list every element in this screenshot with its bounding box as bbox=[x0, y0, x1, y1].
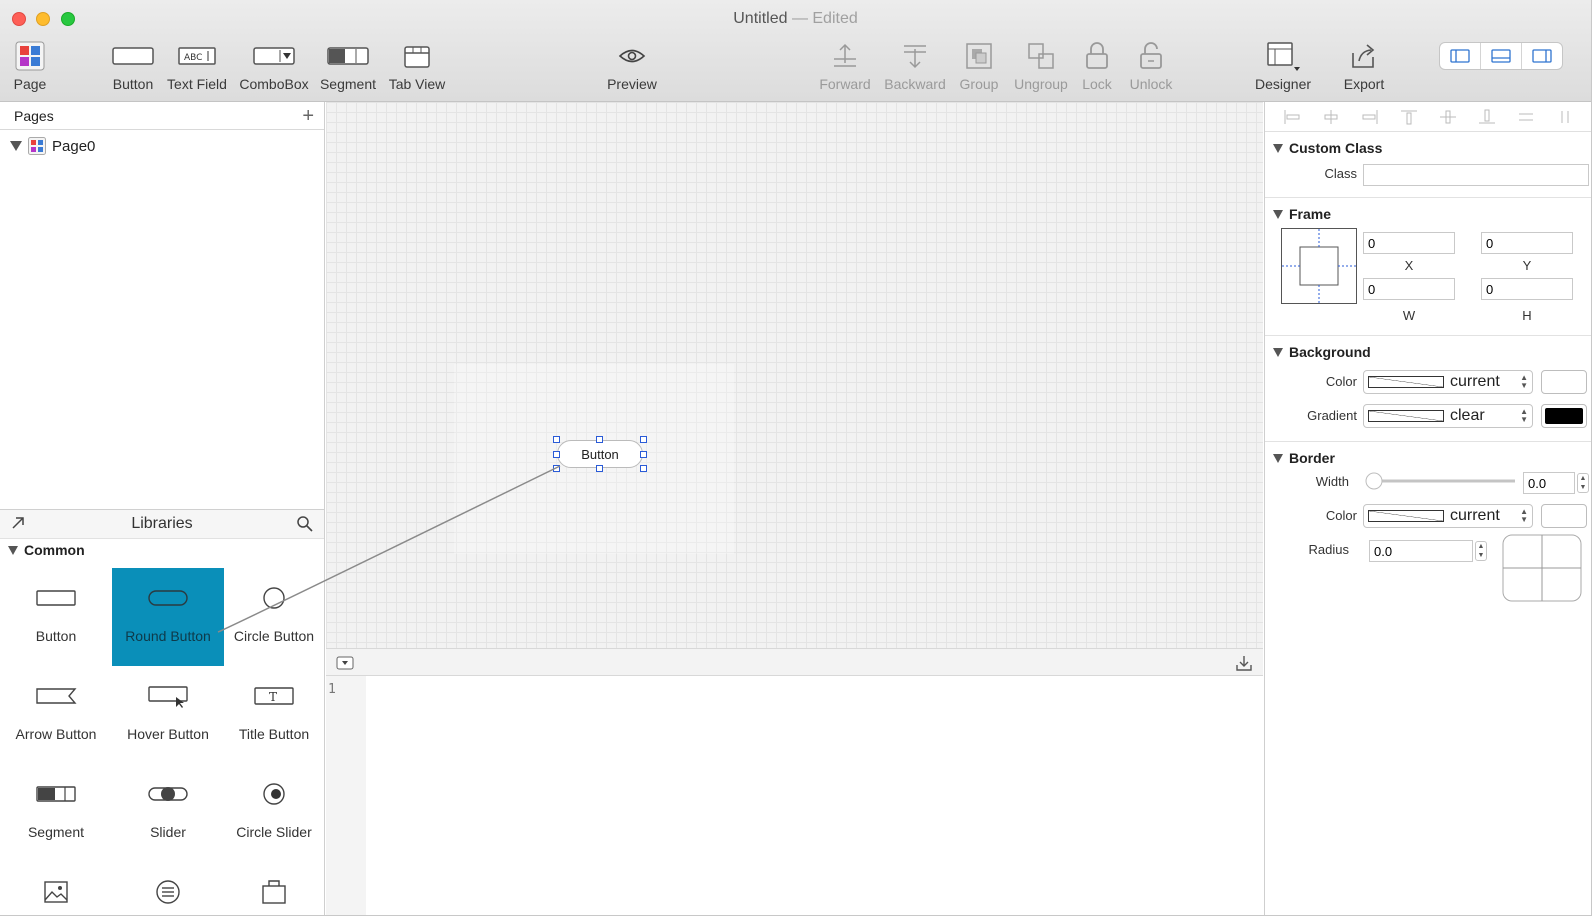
section-title: Background bbox=[1289, 344, 1371, 360]
color-swatch-icon bbox=[1368, 510, 1444, 522]
align-left-icon[interactable] bbox=[1283, 109, 1301, 125]
corner-radius-icon[interactable] bbox=[1502, 534, 1584, 604]
color-well-fill bbox=[1545, 408, 1583, 424]
disclosure-triangle-icon[interactable] bbox=[1273, 143, 1283, 153]
w-label: W bbox=[1402, 308, 1416, 323]
disclosure-triangle-icon[interactable] bbox=[1273, 453, 1283, 463]
class-input[interactable] bbox=[1363, 164, 1589, 186]
popup-value: clear bbox=[1450, 407, 1485, 424]
align-center-horizontal-icon[interactable] bbox=[1322, 109, 1340, 125]
border-color-well[interactable] bbox=[1541, 504, 1587, 528]
background-section: Background Color current ▲ ▼ Gradient cle… bbox=[1265, 336, 1591, 442]
x-label: X bbox=[1404, 258, 1414, 273]
class-label: Class bbox=[1324, 166, 1357, 181]
line-gutter: 1 bbox=[326, 676, 366, 915]
popup-arrows-icon: ▲ ▼ bbox=[1520, 373, 1528, 390]
popup-arrows-icon: ▲ ▼ bbox=[1520, 507, 1528, 524]
distribute-horizontal-icon[interactable] bbox=[1517, 109, 1535, 125]
download-icon[interactable] bbox=[1235, 654, 1253, 672]
border-color-label: Color bbox=[1325, 508, 1357, 523]
color-well-fill bbox=[1545, 508, 1583, 524]
gradient-popup[interactable]: clear ▲ ▼ bbox=[1363, 404, 1533, 428]
custom-class-section: Custom Class Class bbox=[1265, 132, 1591, 198]
alignment-toolbar bbox=[1265, 102, 1591, 132]
collapse-editor-icon[interactable] bbox=[336, 656, 354, 670]
radius-stepper[interactable]: ▲ ▼ bbox=[1475, 541, 1487, 561]
frame-w-input[interactable] bbox=[1363, 278, 1455, 300]
autoresizing-mask-icon[interactable] bbox=[1281, 228, 1357, 304]
border-section: Border Width ▲▼ Color current ▲▼ Radius … bbox=[1265, 442, 1591, 642]
border-width-slider[interactable] bbox=[1363, 470, 1519, 492]
app-window: Untitled — Edited Page Button ABC Text F… bbox=[0, 0, 1592, 916]
disclosure-triangle-icon[interactable] bbox=[1273, 209, 1283, 219]
custom-class-header[interactable]: Custom Class bbox=[1265, 132, 1591, 156]
h-label: H bbox=[1522, 308, 1532, 323]
section-title: Border bbox=[1289, 450, 1335, 466]
align-center-vertical-icon[interactable] bbox=[1439, 109, 1457, 125]
frame-section: Frame X Y W H bbox=[1265, 198, 1591, 336]
code-editor-bar bbox=[326, 648, 1263, 676]
gradient-label: Gradient bbox=[1307, 408, 1357, 423]
distribute-vertical-icon[interactable] bbox=[1556, 109, 1574, 125]
frame-h-input[interactable] bbox=[1481, 278, 1573, 300]
frame-header[interactable]: Frame bbox=[1265, 198, 1591, 222]
color-swatch-icon bbox=[1368, 376, 1444, 388]
popup-value: current bbox=[1450, 507, 1500, 524]
border-width-label: Width bbox=[1315, 474, 1349, 489]
line-number: 1 bbox=[328, 682, 336, 697]
radius-input[interactable] bbox=[1369, 540, 1473, 562]
disclosure-triangle-icon[interactable] bbox=[1273, 347, 1283, 357]
inspector-panel: Custom Class Class Frame X Y bbox=[1264, 102, 1591, 915]
code-editor[interactable]: 1 bbox=[326, 676, 1263, 915]
color-swatch-icon bbox=[1368, 410, 1444, 422]
border-width-input[interactable] bbox=[1523, 472, 1575, 494]
background-header[interactable]: Background bbox=[1265, 336, 1591, 360]
color-well-fill bbox=[1545, 374, 1583, 390]
section-title: Custom Class bbox=[1289, 140, 1383, 156]
align-right-icon[interactable] bbox=[1361, 109, 1379, 125]
popup-value: current bbox=[1450, 373, 1500, 390]
frame-x-input[interactable] bbox=[1363, 232, 1455, 254]
y-label: Y bbox=[1522, 258, 1532, 273]
frame-y-input[interactable] bbox=[1481, 232, 1573, 254]
align-top-icon[interactable] bbox=[1400, 109, 1418, 125]
section-title: Frame bbox=[1289, 206, 1332, 222]
border-color-popup[interactable]: current ▲ ▼ bbox=[1363, 504, 1533, 528]
border-width-stepper[interactable]: ▲ ▼ bbox=[1577, 473, 1589, 493]
background-color-popup[interactable]: current ▲ ▼ bbox=[1363, 370, 1533, 394]
background-color-label: Color bbox=[1325, 374, 1357, 389]
border-header[interactable]: Border bbox=[1265, 442, 1591, 466]
radius-label: Radius bbox=[1308, 542, 1349, 557]
popup-arrows-icon: ▲ ▼ bbox=[1520, 407, 1528, 424]
align-bottom-icon[interactable] bbox=[1478, 109, 1496, 125]
background-color-well[interactable] bbox=[1541, 370, 1587, 394]
gradient-color-well[interactable] bbox=[1541, 404, 1587, 428]
